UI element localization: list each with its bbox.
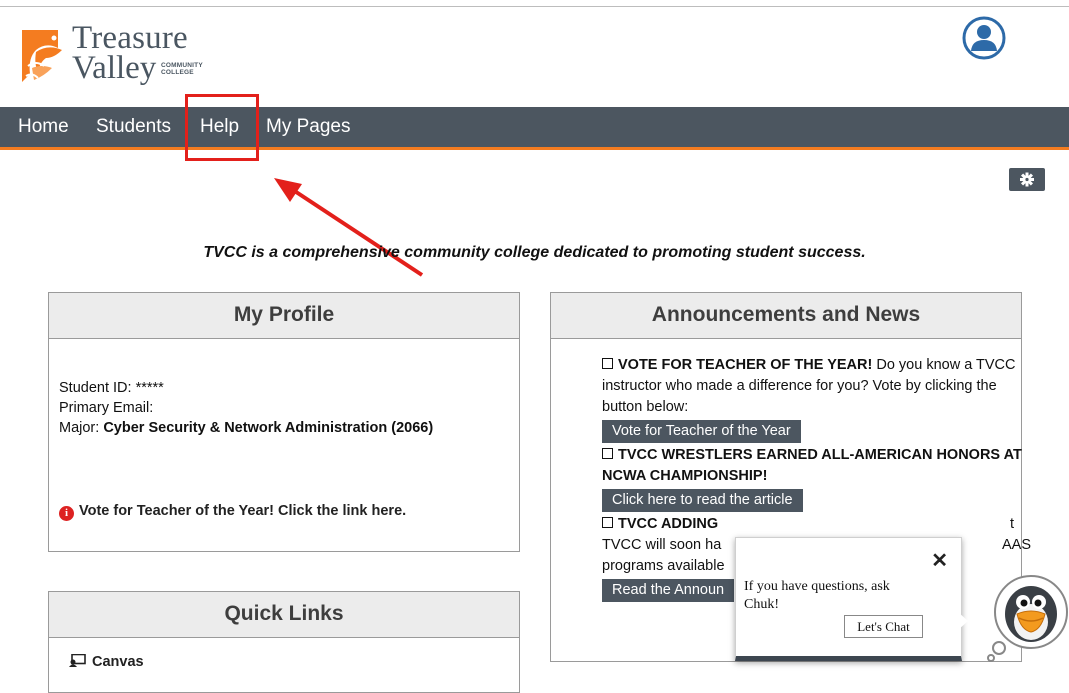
quick-link-canvas[interactable]: Canvas bbox=[69, 653, 144, 670]
my-profile-title: My Profile bbox=[49, 293, 519, 339]
main-nav: Home Students Help My Pages bbox=[0, 107, 1069, 150]
read-announcement-button[interactable]: Read the Announ bbox=[602, 579, 735, 602]
tagline: TVCC is a comprehensive community colleg… bbox=[203, 244, 866, 261]
chat-popup-tail bbox=[958, 612, 968, 630]
info-icon: i bbox=[59, 506, 74, 521]
student-id-row: Student ID: ***** bbox=[59, 378, 433, 398]
chuk-mascot-icon[interactable] bbox=[985, 572, 1069, 662]
chat-popup: ✕ If you have questions, ask Chuk! Let's… bbox=[735, 537, 962, 661]
major-label: Major: bbox=[59, 420, 100, 436]
gear-icon bbox=[1020, 172, 1034, 187]
primary-email-row: Primary Email: bbox=[59, 398, 433, 418]
news-item-3-heading: TVCC ADDING bbox=[618, 516, 719, 532]
major-value: Cyber Security & Network Administration … bbox=[103, 420, 434, 436]
help-highlight-box bbox=[185, 94, 259, 161]
lets-chat-button[interactable]: Let's Chat bbox=[844, 615, 923, 638]
announcements-title: Announcements and News bbox=[551, 293, 1021, 339]
quick-links-title: Quick Links bbox=[49, 592, 519, 638]
nav-my-pages[interactable]: My Pages bbox=[266, 116, 350, 138]
tvcc-logo[interactable]: Treasure Valley COMMUNITY COLLEGE bbox=[18, 20, 248, 92]
quick-link-canvas-label: Canvas bbox=[92, 654, 144, 670]
major-row: Major: Cyber Security & Network Administ… bbox=[59, 418, 433, 438]
profile-details: Student ID: ***** Primary Email: Major: … bbox=[59, 378, 433, 438]
annotation-arrow bbox=[274, 178, 424, 277]
news-item-2-heading: TVCC WRESTLERS EARNED ALL-AMERICAN HONOR… bbox=[602, 447, 1022, 484]
checkbox-square-icon bbox=[602, 358, 613, 369]
checkbox-square-icon bbox=[602, 517, 613, 528]
nav-students[interactable]: Students bbox=[96, 116, 171, 138]
read-article-button[interactable]: Click here to read the article bbox=[602, 489, 803, 512]
quick-links-panel: Quick Links Canvas bbox=[48, 591, 520, 693]
chat-prompt-text: If you have questions, ask Chuk! bbox=[744, 579, 890, 612]
close-icon[interactable]: ✕ bbox=[931, 548, 948, 573]
checkbox-square-icon bbox=[602, 448, 613, 459]
user-account-icon[interactable] bbox=[962, 16, 1006, 60]
settings-button[interactable] bbox=[1009, 168, 1045, 191]
vote-teacher-link-text: Vote for Teacher of the Year! Click the … bbox=[79, 503, 407, 519]
primary-email-label: Primary Email: bbox=[59, 400, 154, 416]
nav-home[interactable]: Home bbox=[18, 116, 69, 138]
top-border bbox=[0, 6, 1069, 7]
news-item-3-text-a: TVCC will soon ha bbox=[602, 537, 722, 553]
news-item-teacher-of-year: VOTE FOR TEACHER OF THE YEAR! Do you kno… bbox=[602, 355, 1022, 418]
vote-teacher-button[interactable]: Vote for Teacher of the Year bbox=[602, 420, 801, 443]
logo-text-valley: Valley bbox=[72, 50, 157, 86]
pheasant-logo-icon bbox=[22, 30, 62, 82]
my-profile-panel: My Profile Student ID: ***** Primary Ema… bbox=[48, 292, 520, 552]
student-id-label: Student ID: bbox=[59, 380, 132, 396]
news-item-3-tail: t bbox=[1010, 516, 1015, 532]
news-item-1-heading: VOTE FOR TEACHER OF THE YEAR! bbox=[618, 357, 873, 373]
news-item-wrestlers: TVCC WRESTLERS EARNED ALL-AMERICAN HONOR… bbox=[602, 445, 1022, 487]
logo-text-community-college: COMMUNITY COLLEGE bbox=[161, 62, 203, 76]
logo-text-college: COLLEGE bbox=[161, 69, 194, 76]
news-item-adding: TVCC ADDING t bbox=[602, 514, 1022, 535]
news-item-3-text-b: AAS bbox=[1002, 537, 1032, 553]
canvas-icon bbox=[69, 653, 86, 667]
student-id-value: ***** bbox=[135, 380, 164, 396]
vote-teacher-link[interactable]: i Vote for Teacher of the Year! Click the… bbox=[59, 503, 406, 521]
logo-text-community: COMMUNITY bbox=[161, 62, 203, 69]
